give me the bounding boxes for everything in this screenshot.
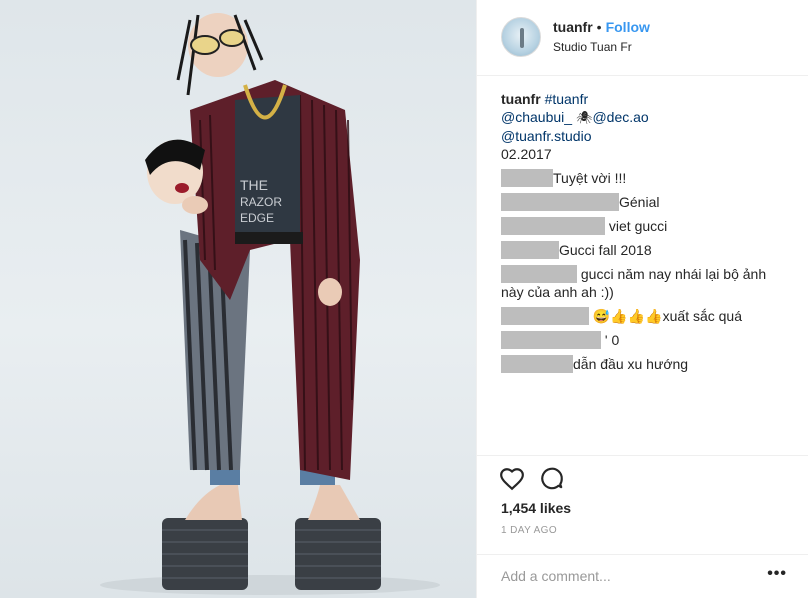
comment-text: 😅👍👍👍xuất sắc quá — [592, 308, 743, 324]
caption-line-2: @chaubui_ 🕷@dec.ao — [501, 108, 791, 127]
redacted-username — [501, 217, 605, 235]
caption-mention-3[interactable]: @tuanfr.studio — [501, 128, 592, 144]
redacted-username — [501, 265, 577, 283]
post-photo[interactable]: THE RAZOR EDGE — [0, 0, 476, 598]
follow-button[interactable]: Follow — [606, 19, 650, 35]
comment-text: dẫn đầu xu hướng — [573, 356, 689, 372]
comment-item: gucci năm nay nhái lại bộ ảnh này của an… — [501, 265, 791, 301]
caption-line-1: tuanfr #tuanfr — [501, 90, 791, 108]
redacted-username — [501, 193, 619, 211]
fashion-photo-illustration: THE RAZOR EDGE — [100, 13, 440, 595]
redacted-username — [501, 169, 553, 187]
comment-item: 😅👍👍👍xuất sắc quá — [501, 307, 791, 325]
caption-mention-2[interactable]: @dec.ao — [592, 109, 648, 125]
add-comment-bar: ••• — [477, 554, 808, 598]
likes-count[interactable]: 1,454 likes — [501, 500, 571, 516]
caption-date: 02.2017 — [501, 146, 552, 162]
header-separator: • — [596, 19, 602, 35]
spider-emoji: 🕷 — [575, 110, 593, 125]
comments-list: tuanfr #tuanfr @chaubui_ 🕷@dec.ao @tuanf… — [501, 90, 791, 373]
svg-text:EDGE: EDGE — [240, 211, 274, 225]
more-options-button[interactable]: ••• — [767, 565, 787, 583]
comment-item: Génial — [501, 193, 791, 211]
redacted-username — [501, 241, 559, 259]
heart-icon[interactable] — [499, 466, 525, 492]
comment-item: ' 0 — [501, 331, 791, 349]
comment-bubble-icon[interactable] — [539, 466, 565, 492]
caption-mention-1[interactable]: @chaubui_ — [501, 109, 572, 125]
post-actions: 1,454 likes 1 DAY AGO ••• — [477, 455, 808, 598]
svg-text:RAZOR: RAZOR — [240, 195, 282, 209]
comment-text: Gucci fall 2018 — [559, 242, 652, 258]
post-timestamp: 1 DAY AGO — [501, 525, 558, 536]
comment-item: viet gucci — [501, 217, 791, 235]
comment-item: Tuyệt vời !!! — [501, 169, 791, 187]
comment-text: ' 0 — [604, 332, 620, 348]
comment-text: Tuyệt vời !!! — [553, 170, 627, 186]
header-user-row: tuanfr • Follow — [553, 19, 650, 35]
svg-text:THE: THE — [240, 177, 268, 193]
location-link[interactable]: Studio Tuan Fr — [553, 40, 632, 54]
post-side-panel: tuanfr • Follow Studio Tuan Fr tuanfr #tua… — [476, 0, 808, 598]
add-comment-input[interactable] — [501, 565, 751, 587]
caption-hashtag[interactable]: #tuanfr — [545, 91, 589, 107]
caption: tuanfr #tuanfr @chaubui_ 🕷@dec.ao @tuanf… — [501, 90, 791, 163]
comment-text: viet gucci — [608, 218, 668, 234]
caption-line-3: @tuanfr.studio — [501, 127, 791, 145]
caption-username[interactable]: tuanfr — [501, 91, 541, 107]
comment-text: Génial — [619, 194, 660, 210]
avatar[interactable] — [501, 17, 541, 57]
instagram-post: THE RAZOR EDGE tuanfr • Follow Studio Tu… — [0, 0, 808, 598]
redacted-username — [501, 355, 573, 373]
redacted-username — [501, 331, 601, 349]
redacted-username — [501, 307, 589, 325]
comment-item: dẫn đầu xu hướng — [501, 355, 791, 373]
post-header: tuanfr • Follow Studio Tuan Fr — [477, 0, 808, 76]
comment-item: Gucci fall 2018 — [501, 241, 791, 259]
header-username[interactable]: tuanfr — [553, 19, 593, 35]
